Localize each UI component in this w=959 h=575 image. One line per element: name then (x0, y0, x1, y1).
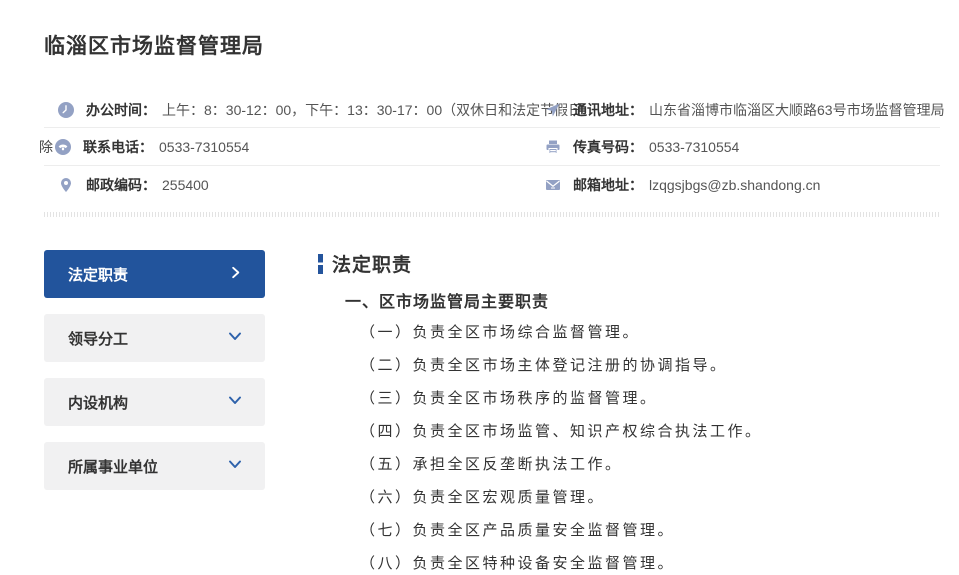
wrapped-overflow-text: 除 (39, 137, 53, 157)
address-label: 通讯地址： (573, 100, 643, 120)
dashed-divider (44, 212, 940, 217)
location-arrow-icon (545, 102, 561, 118)
sidebar-item-internal-orgs[interactable]: 内设机构 (44, 378, 265, 426)
contact-row: 邮政编码： 255400 邮箱地址： lzqgsjbgs@zb.shandong… (44, 165, 940, 203)
chevron-down-icon (227, 392, 243, 412)
contact-info-section: 办公时间： 上午：8：30-12：00，下午：13：30-17：00（双休日和法… (44, 93, 940, 217)
sidebar-nav: 法定职责 领导分工 内设机构 (44, 250, 265, 575)
office-hours-label: 办公时间： (86, 100, 156, 120)
chevron-right-icon (228, 265, 243, 284)
office-hours-item: 办公时间： 上午：8：30-12：00，下午：13：30-17：00（双休日和法… (44, 100, 545, 120)
fax-value: 0533-7310554 (649, 139, 739, 155)
office-hours-value: 上午：8：30-12：00，下午：13：30-17：00（双休日和法定节假日 (162, 100, 582, 120)
email-item: 邮箱地址： lzqgsjbgs@zb.shandong.cn (545, 175, 940, 195)
sidebar-item-leadership[interactable]: 领导分工 (44, 314, 265, 362)
clock-icon (58, 102, 74, 118)
duty-list-item: （二）负责全区市场主体登记注册的协调指导。 (360, 349, 940, 382)
sidebar-item-affiliated-units[interactable]: 所属事业单位 (44, 442, 265, 490)
email-label: 邮箱地址： (573, 175, 643, 195)
duty-list-item: （一）负责全区市场综合监督管理。 (360, 316, 940, 349)
sidebar-item-label: 所属事业单位 (68, 456, 158, 477)
sidebar-item-label: 内设机构 (68, 392, 128, 413)
sidebar-item-label: 领导分工 (68, 328, 128, 349)
contact-row: 除 联系电话： 0533-7310554 传真号码： 0533-7310554 (44, 127, 940, 165)
heading-marker-icon (318, 254, 323, 274)
postal-code-value: 255400 (162, 177, 209, 193)
postal-code-item: 邮政编码： 255400 (44, 175, 545, 195)
phone-value: 0533-7310554 (159, 139, 249, 155)
page: 临淄区市场监督管理局 办公时间： 上午：8：30-12：00，下午：13：30-… (0, 0, 959, 575)
postal-code-label: 邮政编码： (86, 175, 156, 195)
chevron-down-icon (227, 456, 243, 476)
duty-list-item: （五）承担全区反垄断执法工作。 (360, 448, 940, 481)
email-value: lzqgsjbgs@zb.shandong.cn (649, 177, 820, 193)
content-heading: 法定职责 (318, 250, 940, 277)
sidebar-item-label: 法定职责 (68, 264, 128, 285)
envelope-icon (545, 177, 561, 193)
duty-list-item: （四）负责全区市场监管、知识产权综合执法工作。 (360, 415, 940, 448)
map-pin-icon (58, 177, 74, 193)
duty-list-item: （三）负责全区市场秩序的监督管理。 (360, 382, 940, 415)
duty-list: （一）负责全区市场综合监督管理。 （二）负责全区市场主体登记注册的协调指导。 （… (360, 316, 940, 575)
address-item: 通讯地址： 山东省淄博市临淄区大顺路63号市场监督管理局 (545, 100, 945, 120)
content-area: 法定职责 一、区市场监管局主要职责 （一）负责全区市场综合监督管理。 （二）负责… (318, 250, 940, 575)
address-value: 山东省淄博市临淄区大顺路63号市场监督管理局 (649, 100, 945, 120)
contact-row: 办公时间： 上午：8：30-12：00，下午：13：30-17：00（双休日和法… (44, 93, 940, 127)
section-title: 一、区市场监管局主要职责 (345, 288, 940, 312)
phone-icon (55, 139, 71, 155)
chevron-down-icon (227, 328, 243, 348)
fax-icon (545, 139, 561, 155)
duty-list-item: （八）负责全区特种设备安全监督管理。 (360, 547, 940, 575)
duty-list-item: （六）负责全区宏观质量管理。 (360, 481, 940, 514)
content-heading-title: 法定职责 (332, 250, 412, 277)
fax-label: 传真号码： (573, 137, 643, 157)
duty-list-item: （七）负责全区产品质量安全监督管理。 (360, 514, 940, 547)
page-title: 临淄区市场监督管理局 (44, 30, 940, 60)
phone-label: 联系电话： (83, 137, 153, 157)
fax-item: 传真号码： 0533-7310554 (545, 137, 940, 157)
phone-item: 除 联系电话： 0533-7310554 (44, 137, 545, 157)
sidebar-item-legal-duties[interactable]: 法定职责 (44, 250, 265, 298)
